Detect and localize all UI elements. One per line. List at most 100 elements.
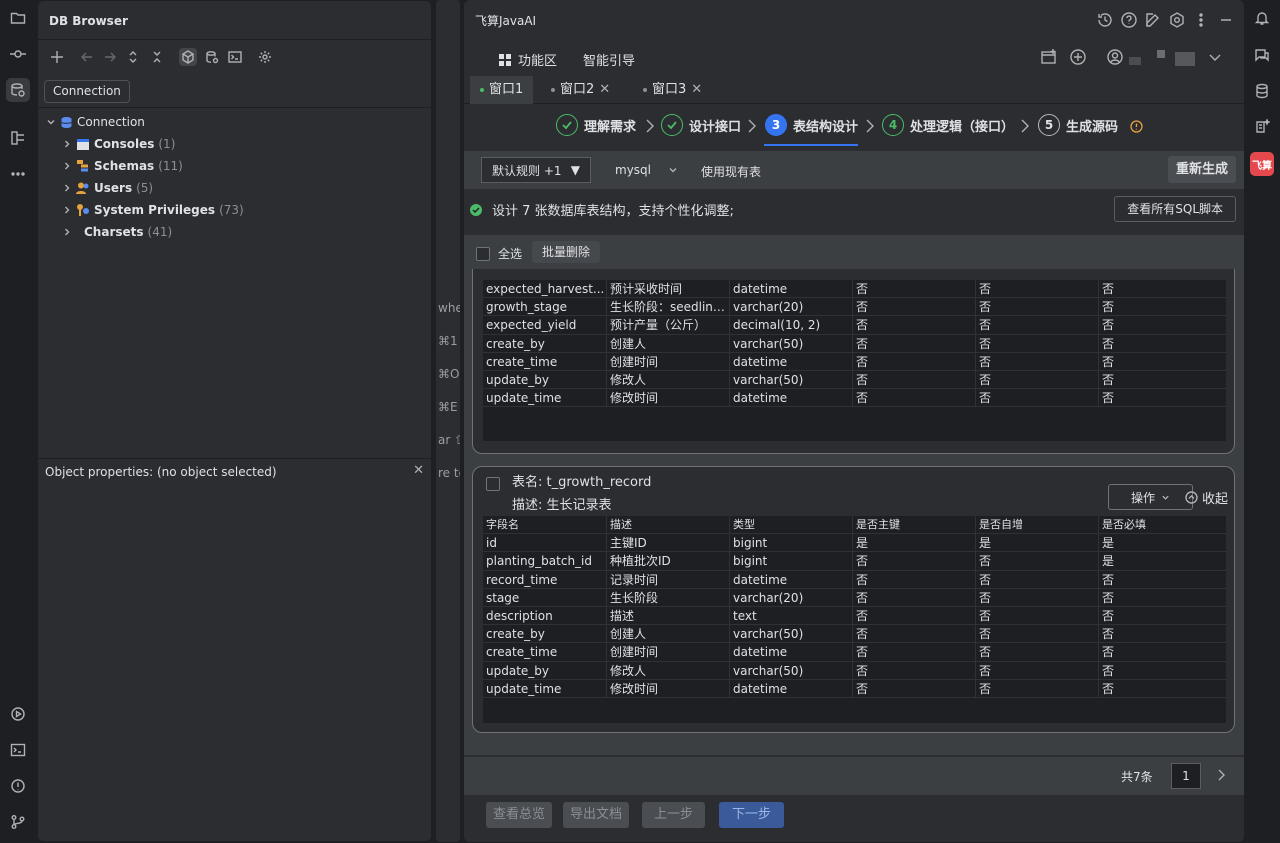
chevron-right-icon[interactable] — [1216, 769, 1226, 781]
table-row: update_by 修改人 varchar(50) 否否否 — [483, 661, 1226, 680]
table-row: stage 生长阶段 varchar(20) 否否否 — [483, 588, 1226, 607]
tree-item-system-privileges[interactable]: System Privileges (73) — [62, 199, 244, 221]
regenerate-button[interactable]: 重新生成 — [1167, 156, 1236, 183]
tab-window-2[interactable]: 窗口2 ✕ — [541, 76, 620, 104]
structure-icon[interactable] — [6, 126, 30, 150]
next-step-button[interactable]: 下一步 — [719, 802, 785, 828]
db-browser-panel: DB Browser Connection Connection Console… — [37, 0, 433, 842]
export-doc-button[interactable]: 导出文档 — [563, 802, 630, 828]
objects-icon[interactable] — [179, 48, 197, 66]
folder-icon[interactable] — [6, 6, 30, 30]
table-cell: 否 — [1098, 316, 1226, 335]
arrow-left-icon[interactable] — [78, 48, 96, 66]
tree-item-charsets[interactable]: Charsets (41) — [62, 221, 172, 243]
table-cell: expected_yield — [486, 318, 577, 333]
table-cell: 否 — [1098, 389, 1226, 408]
settings-icon[interactable] — [256, 48, 274, 66]
commit-icon[interactable] — [6, 42, 30, 66]
tree-item-connection[interactable]: Connection — [46, 111, 145, 133]
step-generate[interactable]: 5 生成源码 — [1038, 114, 1118, 136]
step-understand[interactable]: 理解需求 — [556, 114, 636, 136]
chevron-right-icon[interactable] — [62, 205, 72, 215]
history-icon[interactable] — [1096, 11, 1114, 29]
db-settings-icon[interactable] — [203, 48, 221, 66]
more-vertical-icon[interactable] — [1192, 11, 1210, 29]
check-icon — [661, 114, 683, 136]
ai-chat-icon[interactable] — [1250, 43, 1274, 67]
tree-item-users[interactable]: Users (5) — [62, 177, 153, 199]
table-cell: 否 — [852, 371, 975, 389]
db-type-select[interactable]: mysql — [604, 157, 689, 183]
notifications-icon[interactable] — [1250, 6, 1274, 30]
user-icon[interactable] — [1106, 48, 1124, 66]
arrow-right-icon[interactable] — [101, 48, 119, 66]
chevron-down-icon[interactable] — [46, 117, 56, 127]
edit-icon[interactable] — [1144, 11, 1162, 29]
close-icon[interactable]: ✕ — [599, 76, 610, 104]
table-cell: 否 — [1098, 280, 1226, 298]
table-row: update_time 修改时间 datetime 否否否 — [483, 389, 1226, 408]
git-icon[interactable] — [6, 810, 30, 834]
collapse-button[interactable]: 收起 — [1185, 488, 1228, 507]
feisuan-logo-icon[interactable]: 飞算 — [1250, 152, 1274, 176]
add-circle-icon[interactable] — [1069, 48, 1087, 66]
table-cell: update_by — [486, 373, 549, 387]
step-logic[interactable]: 4 处理逻辑（接口） — [882, 114, 1014, 136]
view-sql-button[interactable]: 查看所有SQL脚本 — [1114, 196, 1236, 222]
table-cell: 否 — [1098, 334, 1226, 353]
collapse-all-icon[interactable] — [148, 48, 166, 66]
page-number[interactable]: 1 — [1171, 763, 1201, 789]
close-icon[interactable]: ✕ — [413, 463, 424, 478]
console-icon[interactable] — [226, 48, 244, 66]
step-design-interface[interactable]: 设计接口 — [661, 114, 741, 136]
tree-item-schemas[interactable]: Schemas (11) — [62, 155, 183, 177]
expand-all-icon[interactable] — [124, 48, 142, 66]
prev-step-button[interactable]: 上一步 — [642, 802, 706, 828]
ai-assistant-icon[interactable] — [1250, 115, 1274, 139]
settings-icon[interactable] — [1168, 11, 1186, 29]
table-cards: expected_harvest... 预计采收时间 datetime 否否否 grow… — [464, 269, 1244, 755]
step-table-design[interactable]: 3 表结构设计 — [765, 114, 858, 136]
add-icon[interactable] — [48, 48, 66, 66]
more-icon[interactable] — [6, 162, 30, 186]
select-all[interactable]: 全选 — [476, 245, 522, 262]
chevron-right-icon[interactable] — [62, 227, 72, 237]
database-icon[interactable] — [1250, 79, 1274, 103]
table-checkbox[interactable] — [486, 477, 500, 491]
help-icon[interactable] — [1120, 11, 1138, 29]
run-icon[interactable] — [6, 702, 30, 726]
problems-icon[interactable] — [6, 774, 30, 798]
table-cell: bigint — [729, 552, 852, 571]
tab-window-3[interactable]: 窗口3 ✕ — [633, 76, 712, 104]
function-area-button[interactable]: 功能区 — [498, 50, 557, 69]
table-cell: decimal(10, 2) — [729, 316, 852, 335]
table-cell: 否 — [975, 334, 1098, 353]
db-browser-icon[interactable] — [6, 78, 30, 102]
tree-item-consoles[interactable]: Consoles (1) — [62, 133, 175, 155]
batch-delete-button[interactable]: 批量删除 — [532, 241, 601, 263]
chevron-right-icon[interactable] — [62, 139, 72, 149]
fields-table: expected_harvest... 预计采收时间 datetime 否否否 grow… — [483, 280, 1226, 441]
editor-text: ar ⇧ — [438, 433, 460, 447]
smart-guide-button[interactable]: 智能引导 — [583, 50, 635, 69]
table-cell: 否 — [852, 352, 975, 371]
close-icon[interactable]: ✕ — [691, 76, 702, 104]
chevron-down-icon[interactable] — [1207, 49, 1225, 67]
connection-button[interactable]: Connection — [44, 80, 130, 103]
table-cell: 否 — [975, 316, 1098, 335]
overview-button[interactable]: 查看总览 — [486, 802, 553, 828]
info-icon[interactable] — [1130, 120, 1143, 133]
chevron-right-icon[interactable] — [62, 183, 72, 193]
terminal-icon[interactable] — [6, 738, 30, 762]
use-existing-table[interactable]: 使用现有表 — [701, 163, 761, 180]
chevron-right-icon[interactable] — [62, 161, 72, 171]
rule-select[interactable]: 默认规则 +1 ▼ — [481, 157, 591, 183]
chevron-up-circle-icon — [1185, 491, 1198, 504]
minimize-icon[interactable] — [1217, 11, 1235, 29]
db-tree: Connection Consoles (1) Schemas (11) Use… — [38, 107, 433, 239]
right-tool-strip: 飞算 — [1244, 0, 1280, 842]
tab-window-1[interactable]: 窗口1 — [470, 76, 534, 104]
select-all-checkbox[interactable] — [476, 246, 490, 261]
operations-dropdown[interactable]: 操作 — [1108, 484, 1193, 510]
new-window-icon[interactable] — [1040, 48, 1058, 66]
